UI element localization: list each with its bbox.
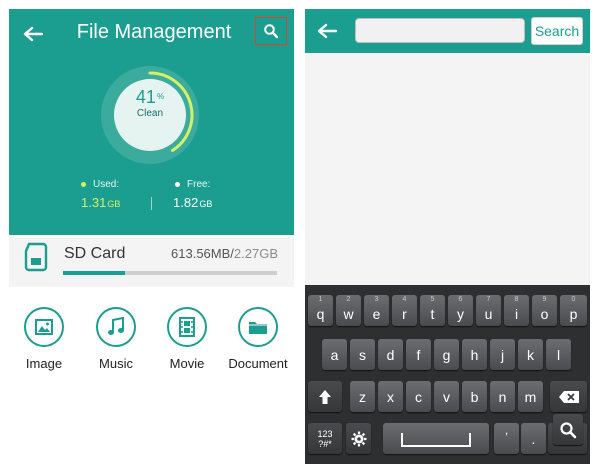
on-screen-keyboard: 1q 2w 3e 4r 5t 6y 7u 8i 9o 0p a s d f g … [305, 285, 590, 464]
arrow-left-icon [317, 23, 337, 39]
free-legend: Free: [175, 179, 210, 190]
key-n[interactable]: n [490, 381, 515, 412]
back-button[interactable] [17, 18, 49, 50]
key-i[interactable]: 8i [504, 295, 529, 326]
used-label: Used: [93, 179, 120, 190]
space-bar-icon [401, 432, 471, 447]
search-input[interactable] [355, 18, 525, 43]
key-r[interactable]: 4r [392, 295, 417, 326]
search-submit-button[interactable]: Search [531, 17, 583, 45]
page-title: File Management [76, 21, 232, 43]
key-p[interactable]: 0p [560, 295, 587, 326]
sd-usage-fill [63, 271, 126, 275]
symbols-key[interactable]: 123 ?#* [308, 423, 342, 454]
storage-percent-display: 41% Clean [100, 86, 200, 120]
key-j[interactable]: j [490, 339, 515, 370]
movie-icon-circle [167, 307, 207, 347]
category-label: Movie [169, 356, 205, 371]
key-k[interactable]: k [518, 339, 543, 370]
sd-usage-bar [63, 271, 277, 275]
magnifier-icon [560, 421, 577, 438]
free-dot-icon [175, 182, 180, 187]
backspace-key[interactable] [550, 381, 587, 412]
free-value-display: 1.82GB [173, 195, 212, 210]
key-a[interactable]: a [322, 339, 347, 370]
gear-icon [351, 431, 366, 446]
sd-used: 613.56MB [171, 246, 231, 261]
used-value: 1.31 [81, 195, 107, 210]
key-t[interactable]: 5t [420, 295, 445, 326]
sd-card-size: 613.56MB/2.27GB [171, 246, 278, 262]
category-document[interactable]: Document [223, 307, 293, 372]
key-o[interactable]: 9o [532, 295, 557, 326]
key-z[interactable]: z [350, 381, 375, 412]
image-icon [35, 319, 53, 335]
key-s[interactable]: s [350, 339, 375, 370]
sd-total: 2.27GB [233, 246, 278, 261]
back-button[interactable] [311, 15, 343, 47]
shift-key[interactable] [308, 381, 342, 412]
key-v[interactable]: v [434, 381, 459, 412]
used-value-display: 1.31GB [81, 195, 120, 210]
document-icon-circle [238, 307, 278, 347]
keyboard-search-key[interactable] [553, 414, 583, 445]
image-icon-circle [24, 307, 64, 347]
settings-key[interactable] [346, 423, 371, 454]
key-x[interactable]: x [378, 381, 403, 412]
category-label: Music [99, 356, 133, 371]
key-u[interactable]: 7u [476, 295, 501, 326]
key-d[interactable]: d [378, 339, 403, 370]
key-g[interactable]: g [434, 339, 459, 370]
key-c[interactable]: c [406, 381, 431, 412]
search-screen: Search 1q 2w 3e 4r 5t 6y 7u 8i 9o 0p a s… [305, 9, 590, 464]
sd-card-icon [24, 242, 48, 272]
shift-arrow-icon [319, 389, 331, 404]
period-key[interactable]: . [521, 423, 546, 454]
used-unit: GB [107, 199, 121, 209]
music-icon-circle [96, 307, 136, 347]
used-legend: Used: [81, 179, 119, 190]
storage-header: File Management 41% Clean Used: 1.31GB F… [9, 9, 294, 235]
category-movie[interactable]: Movie [152, 307, 222, 372]
arrow-left-icon [23, 26, 43, 42]
music-note-icon [108, 317, 124, 335]
space-key[interactable] [383, 423, 489, 454]
category-image[interactable]: Image [9, 307, 79, 372]
key-w[interactable]: 2w [336, 295, 361, 326]
key-m[interactable]: m [518, 381, 543, 412]
key-y[interactable]: 6y [448, 295, 473, 326]
key-b[interactable]: b [462, 381, 487, 412]
category-music[interactable]: Music [81, 307, 151, 372]
film-icon [179, 317, 195, 337]
used-percent: 41 [135, 87, 156, 107]
used-dot-icon [81, 182, 86, 187]
category-label: Image [25, 356, 63, 371]
comma-key[interactable]: , [494, 423, 519, 454]
free-label: Free: [187, 179, 211, 190]
percent-sign: % [156, 92, 165, 101]
search-button[interactable] [255, 17, 287, 45]
status-label: Clean [136, 108, 164, 119]
free-value: 1.82 [173, 195, 199, 210]
file-management-screen: File Management 41% Clean Used: 1.31GB F… [9, 9, 294, 464]
backspace-icon [558, 390, 579, 403]
key-e[interactable]: 3e [364, 295, 389, 326]
key-l[interactable]: l [546, 339, 571, 370]
category-label: Document [228, 356, 288, 371]
key-h[interactable]: h [462, 339, 487, 370]
stats-divider [151, 197, 152, 210]
search-header: Search [305, 9, 590, 53]
magnifier-icon [264, 24, 279, 39]
sd-card-row[interactable]: SD Card 613.56MB/2.27GB [9, 237, 294, 287]
key-f[interactable]: f [406, 339, 431, 370]
sd-card-name: SD Card [64, 245, 126, 262]
key-q[interactable]: 1q [308, 295, 333, 326]
free-unit: GB [199, 199, 213, 209]
folder-icon [249, 322, 267, 334]
